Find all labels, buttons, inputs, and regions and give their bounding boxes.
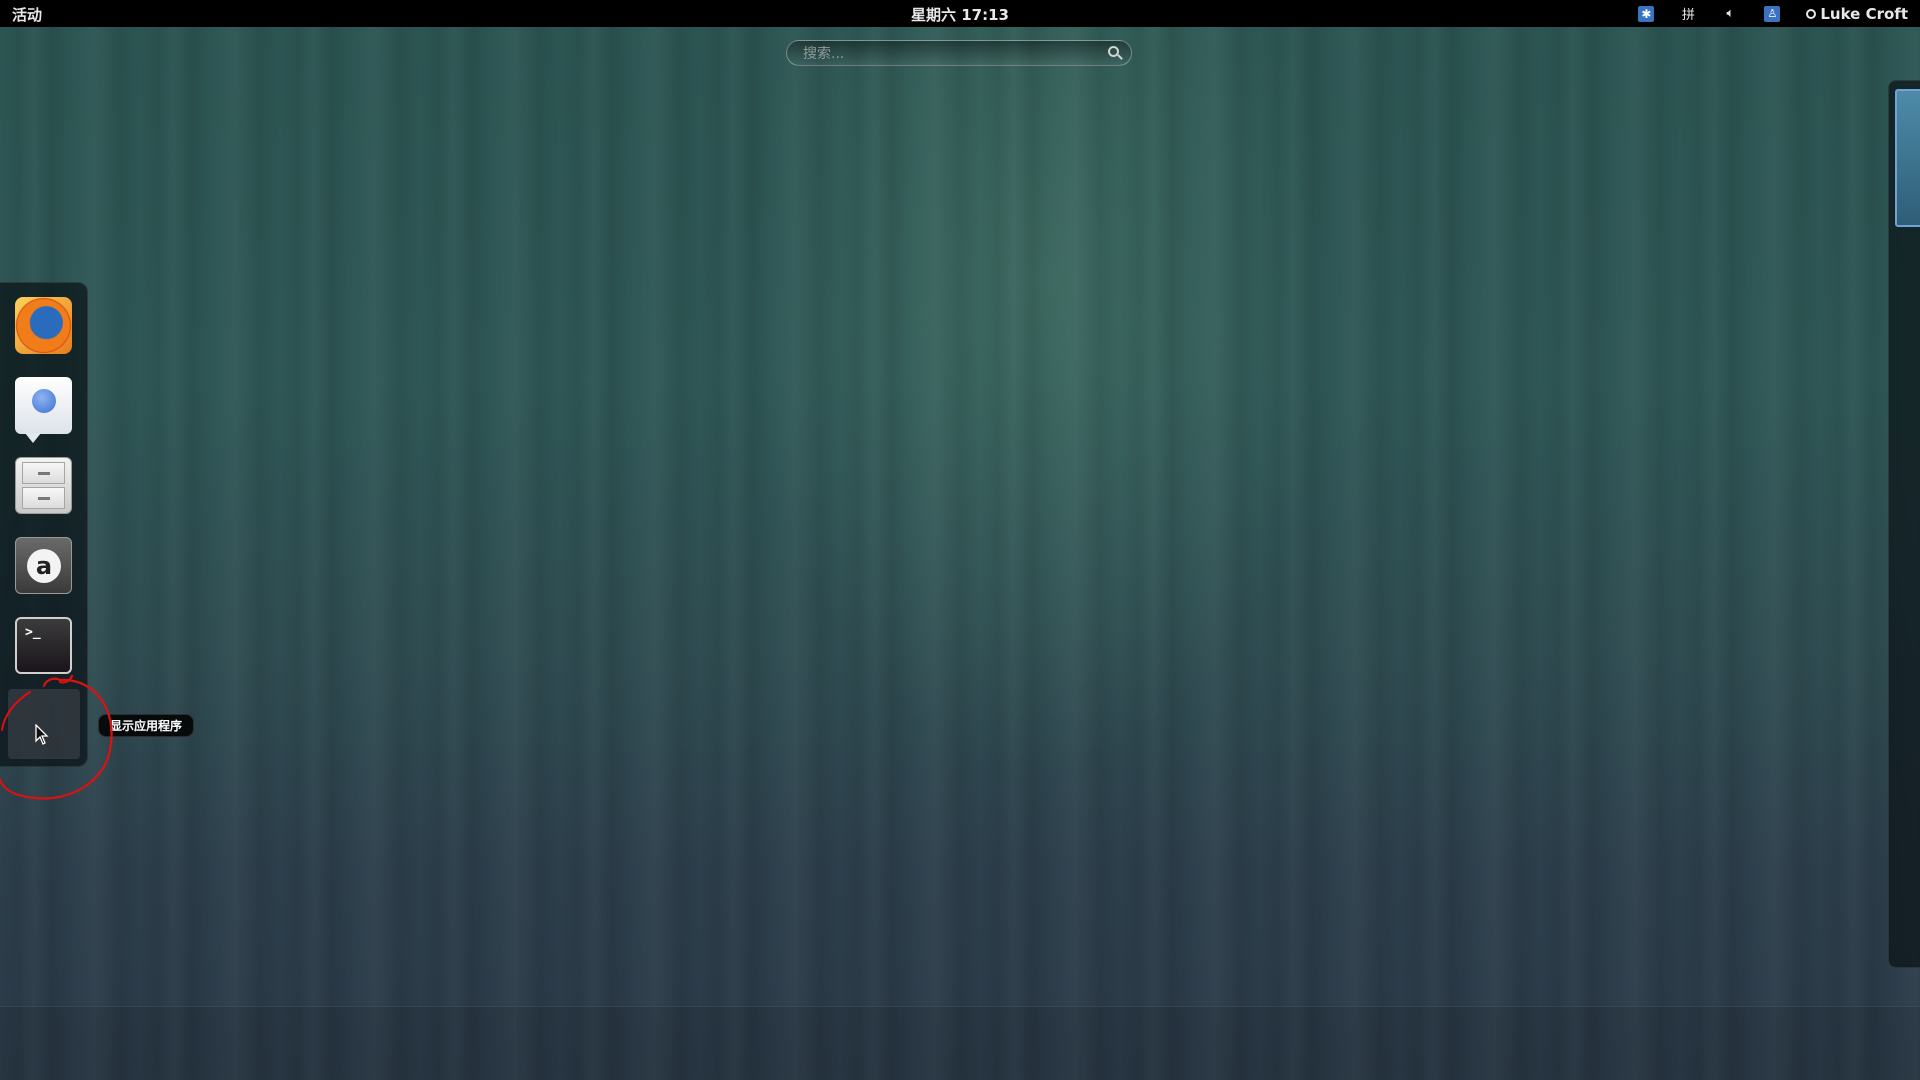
volume-icon[interactable]: 🔈︎ — [1722, 6, 1738, 22]
smiley-icon — [32, 389, 56, 413]
user-status-icon — [1806, 8, 1817, 19]
search-icon — [1108, 46, 1119, 57]
input-method-indicator[interactable]: 拼 — [1680, 6, 1696, 23]
software-center-glyph: a — [27, 549, 61, 583]
search-input[interactable] — [801, 43, 1095, 65]
terminal-icon[interactable]: >_ — [15, 617, 72, 674]
chat-icon[interactable] — [15, 377, 72, 443]
filing-cabinet-icon[interactable] — [15, 457, 72, 514]
workspace-thumbnail[interactable] — [1895, 89, 1920, 227]
user-name: Luke Croft — [1820, 4, 1908, 23]
software-center-icon[interactable]: a — [15, 537, 72, 594]
annotation-circle — [0, 674, 113, 800]
message-tray — [0, 1006, 1920, 1080]
speech-tail — [25, 433, 41, 443]
terminal-prompt: >_ — [25, 625, 41, 640]
accessibility-icon[interactable]: ✱ — [1638, 5, 1655, 22]
drawer-top — [22, 462, 65, 484]
user-menu[interactable]: Luke Croft — [1806, 5, 1908, 23]
firefox-icon[interactable] — [15, 297, 72, 354]
search-box[interactable] — [786, 40, 1132, 66]
system-tray: ✱ 拼 🔈︎ ♙ Luke Croft — [1638, 0, 1908, 27]
top-bar: 活动 星期六 17:13 ✱ 拼 🔈︎ ♙ Luke Croft — [0, 0, 1920, 27]
clock[interactable]: 星期六 17:13 — [0, 4, 1920, 25]
status-icon[interactable]: ♙ — [1764, 5, 1781, 22]
drawer-bottom — [22, 487, 65, 509]
workspace-switcher — [1888, 80, 1920, 968]
